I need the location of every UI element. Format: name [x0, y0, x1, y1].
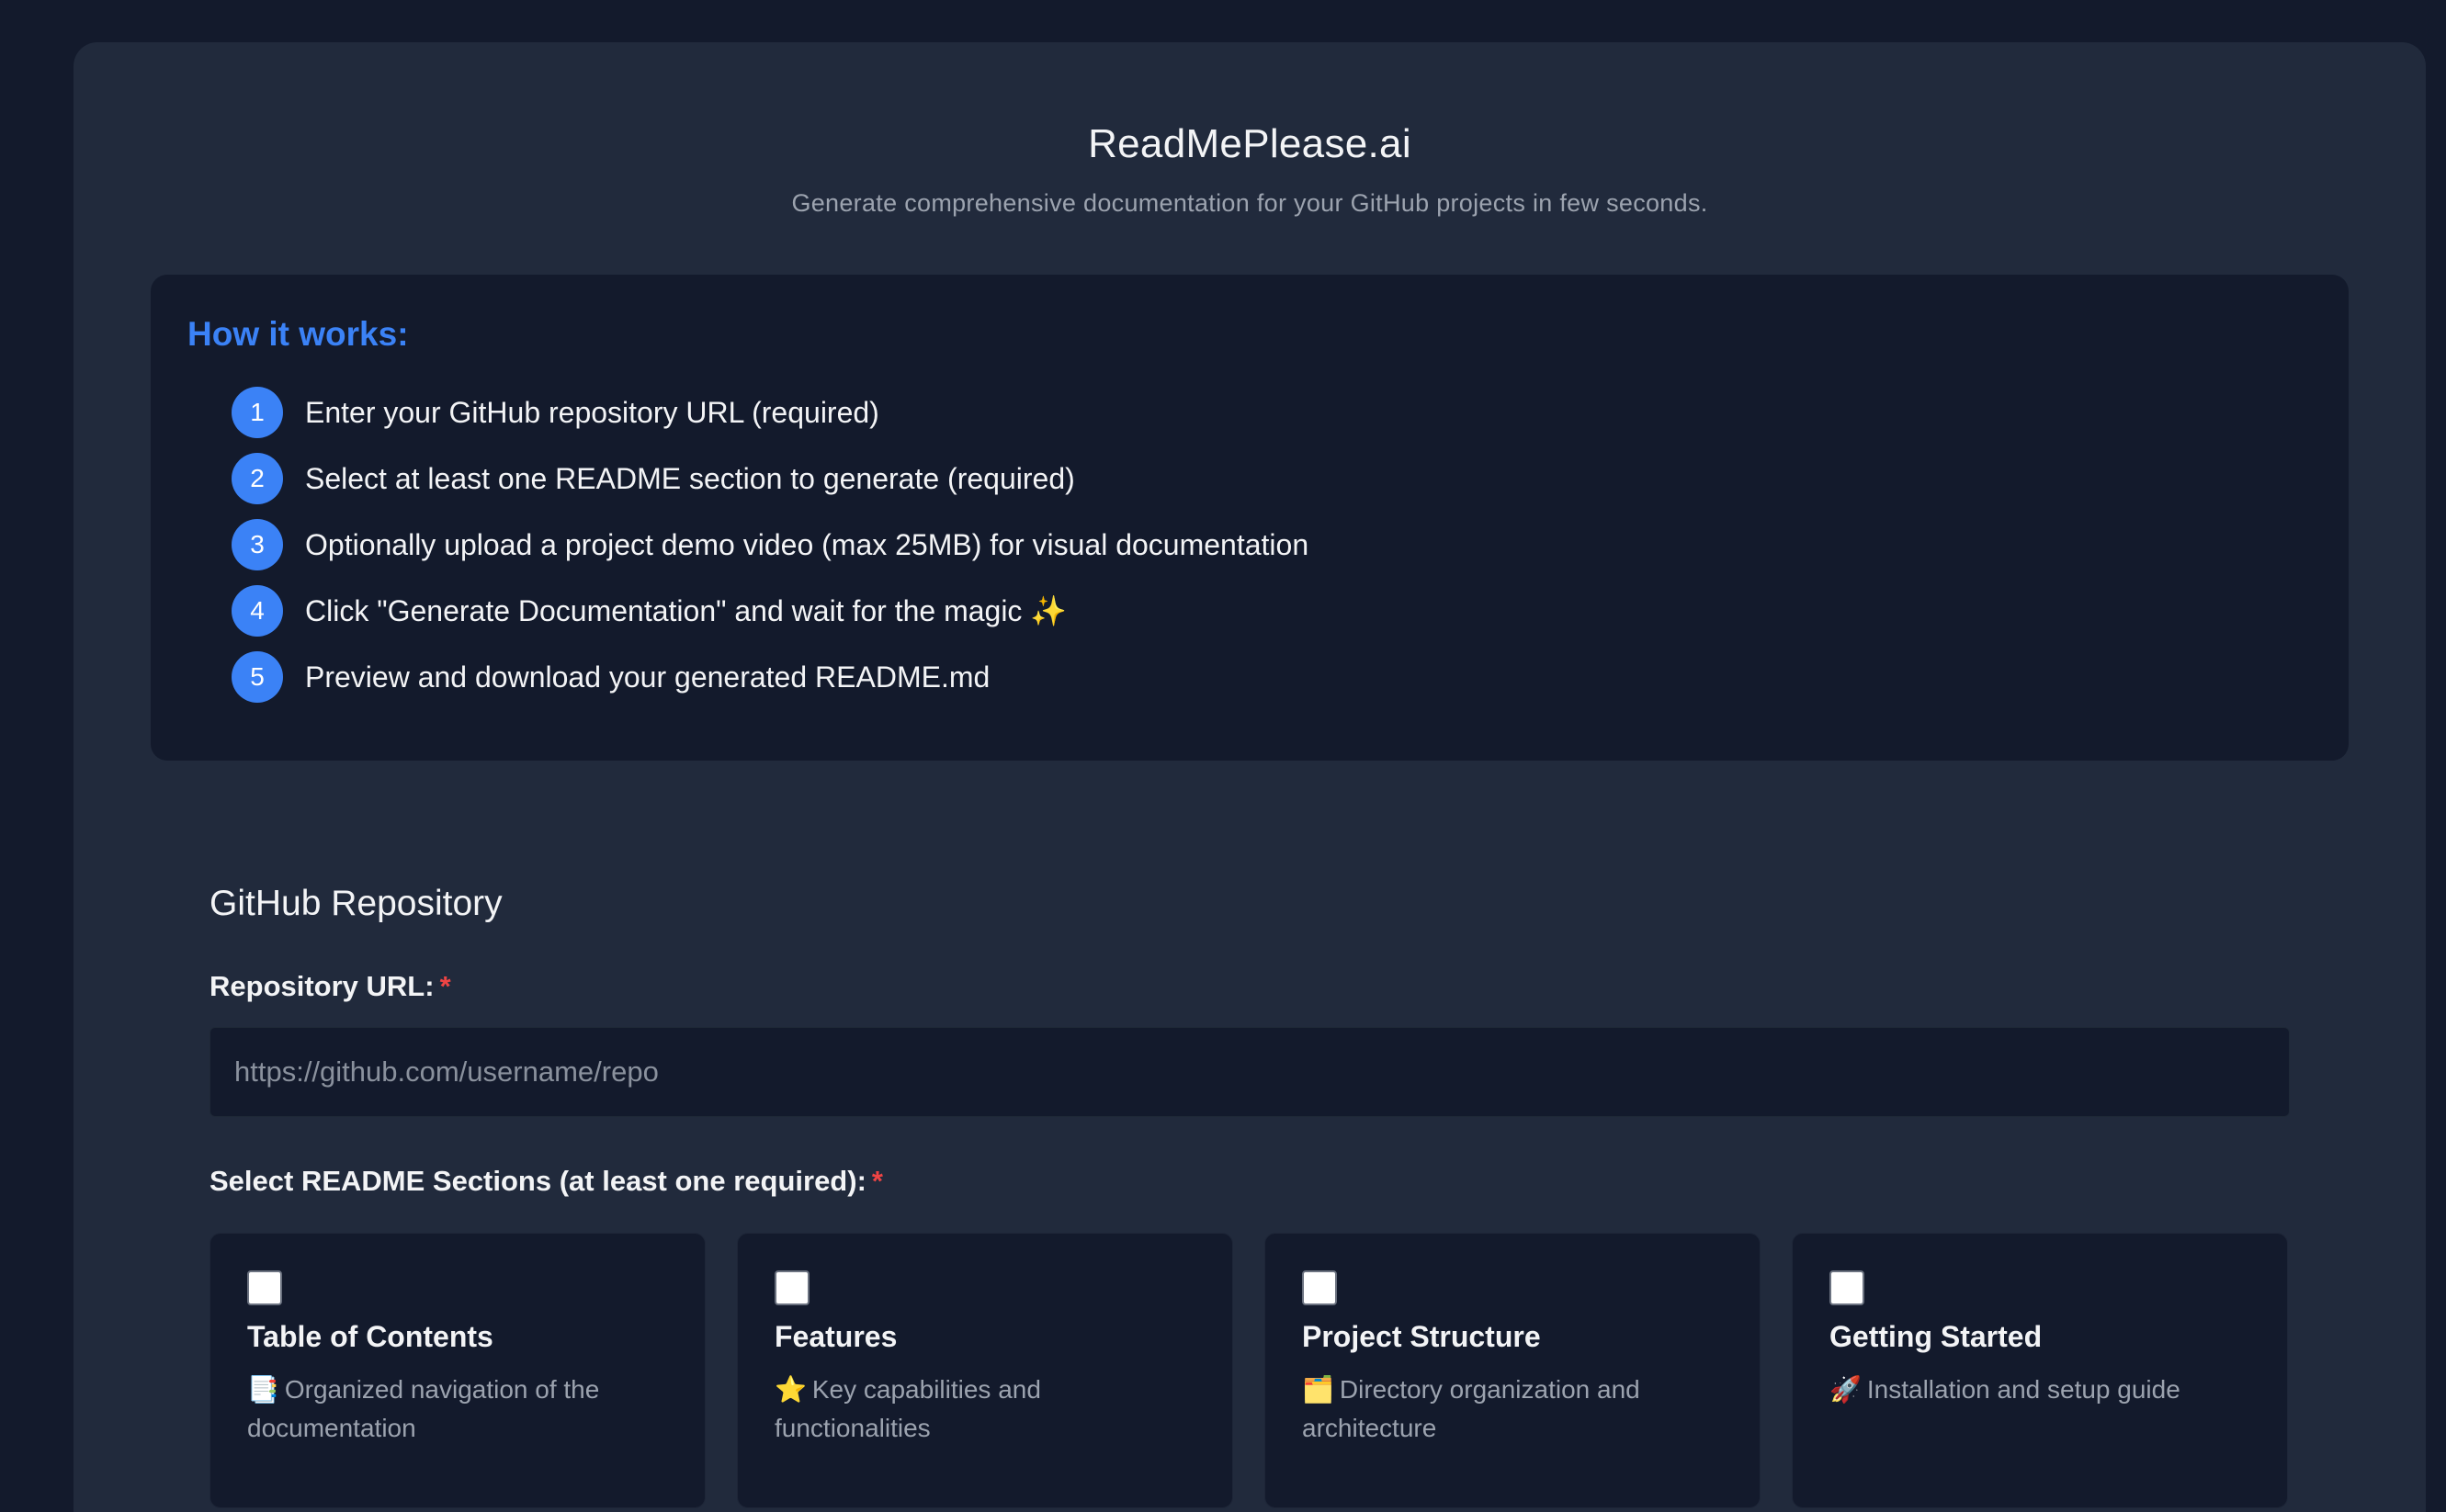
section-card-title: Table of Contents — [247, 1320, 493, 1353]
section-card-description-text: Installation and setup guide — [1866, 1375, 2180, 1404]
step-item: 5 Preview and download your generated RE… — [232, 644, 2312, 710]
section-card-description-text: Directory organization and architecture — [1302, 1375, 1640, 1442]
app-subtitle: Generate comprehensive documentation for… — [791, 189, 1708, 217]
readme-sections-label: Select README Sections (at least one req… — [209, 1165, 2290, 1198]
step-item: 1 Enter your GitHub repository URL (requ… — [232, 379, 2312, 446]
section-card-description-text: Organized navigation of the documentatio… — [247, 1375, 600, 1442]
rocket-icon: 🚀 — [1829, 1375, 1862, 1404]
section-card-title: Project Structure — [1302, 1320, 1541, 1353]
section-checkbox[interactable] — [1829, 1270, 1864, 1305]
section-checkbox[interactable] — [1302, 1270, 1337, 1305]
step-text: Preview and download your generated READ… — [305, 660, 991, 694]
section-checkbox[interactable] — [775, 1270, 810, 1305]
section-card-title: Getting Started — [1829, 1320, 2043, 1353]
repository-section-title: GitHub Repository — [209, 884, 503, 923]
app-card: ReadMePlease.ai Generate comprehensive d… — [74, 42, 2426, 1512]
section-card-title: Features — [775, 1320, 898, 1353]
readme-sections-label-text: Select README Sections (at least one req… — [209, 1165, 866, 1197]
step-item: 2 Select at least one README section to … — [232, 446, 2312, 512]
step-item: 3 Optionally upload a project demo video… — [232, 512, 2312, 578]
section-card-features[interactable]: Features ⭐ Key capabilities and functiona… — [737, 1233, 1233, 1508]
step-text: Enter your GitHub repository URL (requir… — [305, 395, 879, 429]
step-number-badge: 1 — [232, 387, 283, 438]
required-asterisk: * — [871, 1165, 883, 1197]
repository-url-label: Repository URL: * — [209, 970, 2290, 1003]
repository-url-label-text: Repository URL: — [209, 970, 435, 1002]
bookmark-tabs-icon: 📑 — [247, 1375, 279, 1404]
step-text: Select at least one README section to ge… — [305, 461, 1075, 495]
step-text: Click "Generate Documentation" and wait … — [305, 594, 1068, 627]
step-text: Optionally upload a project demo video (… — [305, 527, 1309, 561]
how-it-works-title: How it works: — [187, 315, 409, 353]
star-icon: ⭐ — [775, 1375, 807, 1404]
section-checkbox[interactable] — [247, 1270, 282, 1305]
section-card-description: 🚀 Installation and setup guide — [1829, 1371, 2250, 1409]
readme-section-cards: Table of Contents 📑 Organized navigation … — [209, 1233, 2290, 1508]
app-title: ReadMePlease.ai — [1088, 121, 1411, 166]
required-asterisk: * — [439, 970, 451, 1002]
repository-form: GitHub Repository Repository URL:* Selec… — [209, 884, 2290, 1508]
step-number-badge: 5 — [232, 651, 283, 703]
section-card-description-text: Key capabilities and functionalities — [775, 1375, 1041, 1442]
section-card-getting-started[interactable]: Getting Started 🚀 Installation and setup … — [1792, 1233, 2288, 1508]
how-it-works-panel: How it works: 1 Enter your GitHub reposi… — [151, 275, 2349, 761]
section-card-description: 🗂️ Directory organization and architectur… — [1302, 1371, 1723, 1448]
repository-url-input[interactable] — [209, 1027, 2290, 1117]
step-number-badge: 2 — [232, 453, 283, 504]
section-card-description: ⭐ Key capabilities and functionalities — [775, 1371, 1195, 1448]
folder-icon: 🗂️ — [1302, 1375, 1334, 1404]
section-card-description: 📑 Organized navigation of the documentati… — [247, 1371, 668, 1448]
section-card-table-of-contents[interactable]: Table of Contents 📑 Organized navigation … — [209, 1233, 706, 1508]
header: ReadMePlease.ai Generate comprehensive d… — [74, 42, 2426, 218]
steps-list: 1 Enter your GitHub repository URL (requ… — [232, 379, 2312, 710]
step-number-badge: 3 — [232, 519, 283, 570]
step-number-badge: 4 — [232, 585, 283, 637]
step-item: 4 Click "Generate Documentation" and wai… — [232, 578, 2312, 644]
section-card-project-structure[interactable]: Project Structure 🗂️ Directory organizati… — [1264, 1233, 1761, 1508]
